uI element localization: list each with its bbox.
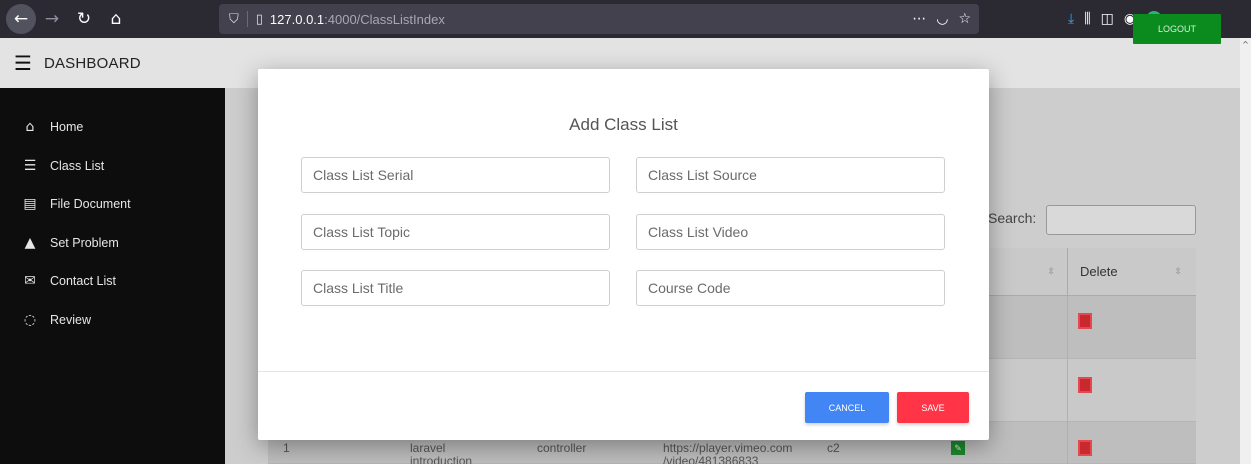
url-bar[interactable]: ⛉ ▯ 127.0.0.1:4000/ClassListIndex ⋯ ◡ ☆ <box>219 4 979 34</box>
cancel-button[interactable]: CANCEL <box>805 392 889 423</box>
table-header-delete[interactable]: Delete ⇳ <box>1067 248 1196 296</box>
back-icon[interactable]: ← <box>6 4 36 34</box>
page-icon: ▯ <box>255 11 263 27</box>
sidebar-item-label: Set Problem <box>50 235 119 250</box>
logout-button[interactable]: LOGOUT <box>1133 14 1221 44</box>
scroll-up-icon[interactable]: ^ <box>1240 40 1251 52</box>
file-icon: ▤ <box>23 196 37 213</box>
sidebar-item-home[interactable]: ⌂ Home <box>0 108 225 147</box>
reload-icon[interactable]: ↻ <box>68 3 100 35</box>
sidebar-icon[interactable]: ◫ <box>1101 11 1114 27</box>
more-icon[interactable]: ⋯ <box>912 11 926 27</box>
envelope-icon: ✉ <box>24 273 36 290</box>
library-icon[interactable]: ⫼ <box>1084 11 1090 27</box>
brand-title: DASHBOARD <box>43 54 141 72</box>
search-input[interactable] <box>1046 205 1196 235</box>
delete-icon[interactable] <box>1078 313 1092 329</box>
shield-icon[interactable]: ⛉ <box>229 12 239 27</box>
class-list-video-input[interactable] <box>636 214 945 250</box>
sidebar-item-contact-list[interactable]: ✉ Contact List <box>0 262 225 301</box>
sidebar-item-label: Home <box>50 120 84 135</box>
download-icon[interactable]: ⤓ <box>1068 11 1074 27</box>
course-code-input[interactable] <box>636 270 945 306</box>
comments-icon: ◌ <box>23 311 37 328</box>
sidebar: ⌂ Home ☰ Class List ▤ File Document ▲ Se… <box>0 88 225 464</box>
sidebar-item-label: Class List <box>50 158 105 173</box>
sidebar-item-class-list[interactable]: ☰ Class List <box>0 147 225 186</box>
cell-topic: controller <box>537 441 587 455</box>
add-class-list-modal: Add Class List CANCEL SAVE <box>258 69 989 440</box>
sidebar-item-file-document[interactable]: ▤ File Document <box>0 185 225 224</box>
forward-icon[interactable]: → <box>36 3 68 35</box>
delete-icon[interactable] <box>1078 440 1092 456</box>
cell-title-line2: introduction <box>410 454 473 464</box>
delete-header-label: Delete <box>1080 264 1118 279</box>
modal-title: Add Class List <box>569 115 678 134</box>
class-list-title-input[interactable] <box>301 270 610 306</box>
hamburger-icon[interactable]: ☰ <box>14 51 32 75</box>
home-icon: ⌂ <box>25 119 35 136</box>
edit-icon[interactable]: ✎ <box>951 441 965 455</box>
class-list-serial-input[interactable] <box>301 157 610 193</box>
column-divider <box>1067 296 1068 464</box>
url-actions: ⋯ ◡ ☆ <box>912 4 971 34</box>
sidebar-item-set-problem[interactable]: ▲ Set Problem <box>0 224 225 263</box>
list-icon: ☰ <box>23 157 37 174</box>
class-list-topic-input[interactable] <box>301 214 610 250</box>
warning-icon: ▲ <box>24 234 36 251</box>
page-scrollbar[interactable] <box>1240 38 1251 464</box>
modal-divider <box>258 371 989 372</box>
cell-video-line2: /video/481386833 <box>663 454 759 464</box>
class-list-source-input[interactable] <box>636 157 945 193</box>
search-label: Search: <box>988 210 1037 226</box>
cell-code: c2 <box>827 441 840 455</box>
sidebar-item-label: File Document <box>50 197 131 212</box>
sort-icon: ⇳ <box>1174 266 1182 277</box>
sort-icon: ⇳ <box>1047 266 1055 277</box>
home-icon[interactable]: ⌂ <box>100 3 132 35</box>
pocket-icon[interactable]: ◡ <box>936 11 948 27</box>
url-host: 127.0.0.1 <box>269 11 325 27</box>
save-button[interactable]: SAVE <box>897 392 969 423</box>
sidebar-item-label: Contact List <box>50 274 117 289</box>
sidebar-item-review[interactable]: ◌ Review <box>0 301 225 340</box>
sidebar-item-label: Review <box>50 312 91 327</box>
star-icon[interactable]: ☆ <box>958 11 971 27</box>
browser-toolbar: ← → ↻ ⌂ ⛉ ▯ 127.0.0.1:4000/ClassListInde… <box>0 0 1251 38</box>
delete-icon[interactable] <box>1078 377 1092 393</box>
url-path: :4000/ClassListIndex <box>324 11 445 27</box>
cell-serial: 1 <box>283 441 290 455</box>
table-header-cell[interactable]: ⇳ <box>989 248 1067 296</box>
url-separator <box>246 11 248 27</box>
